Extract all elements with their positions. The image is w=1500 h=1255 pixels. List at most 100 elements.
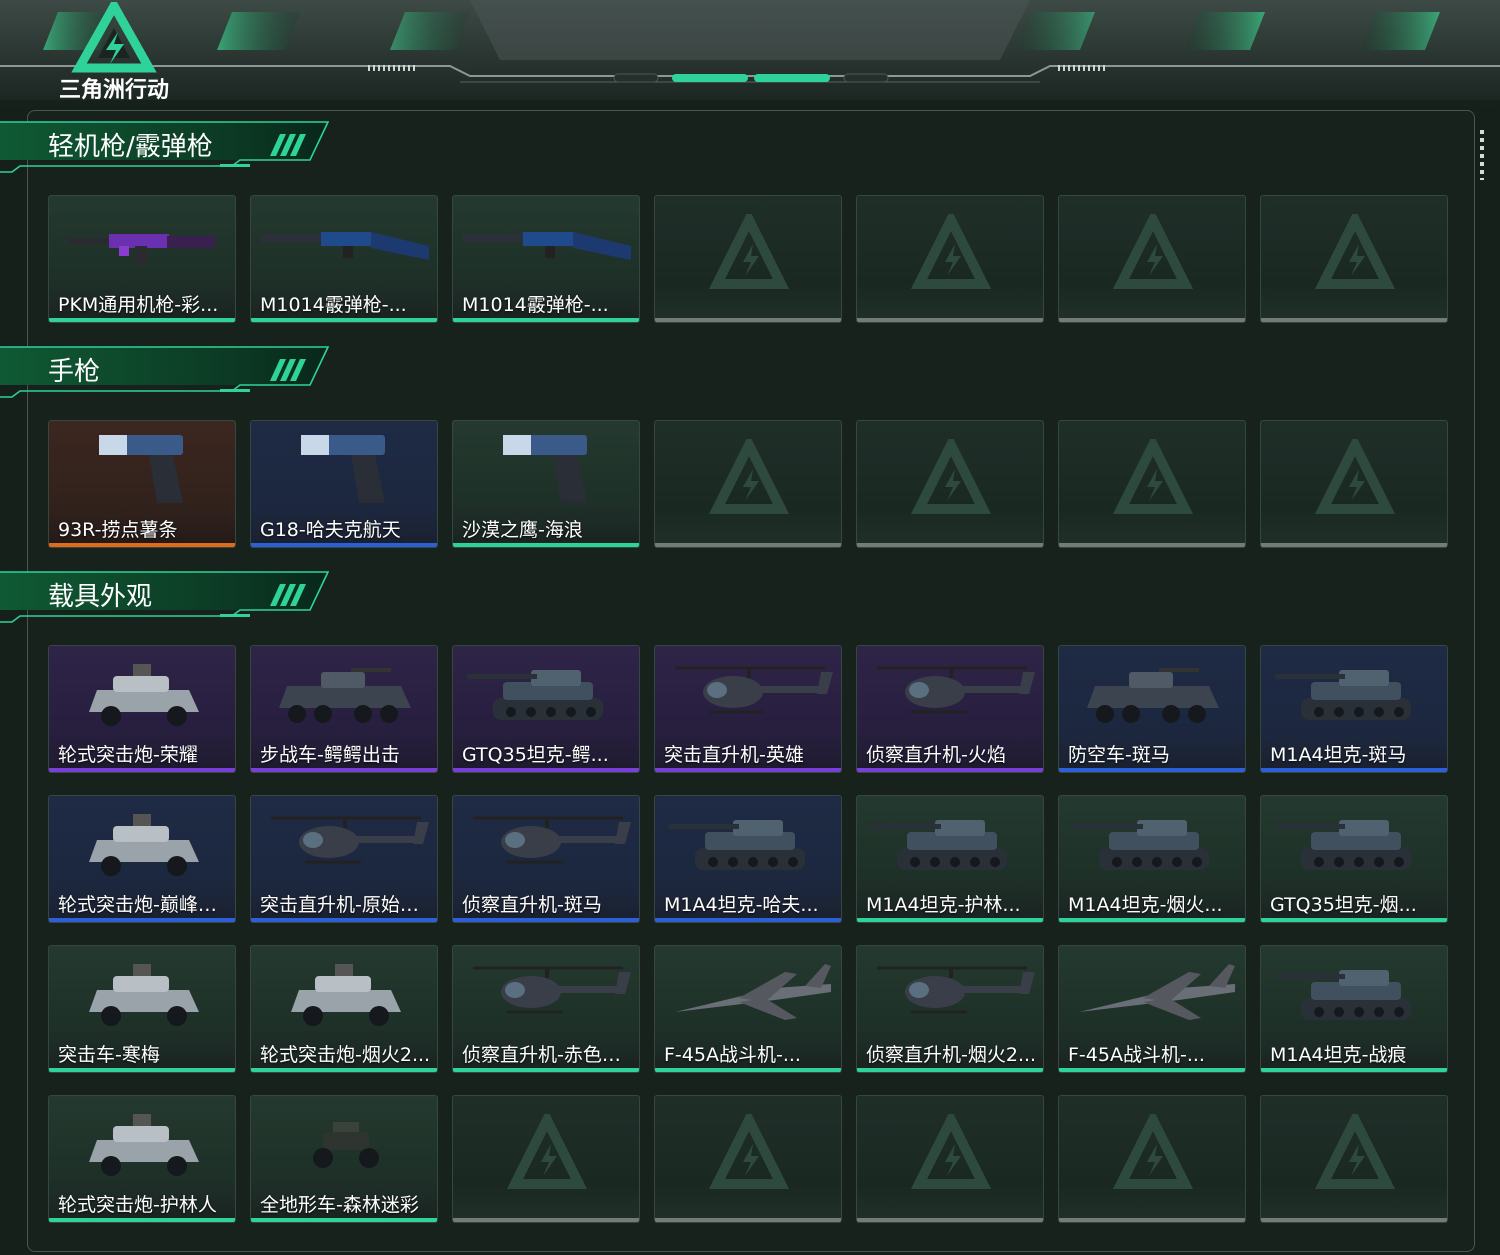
item-card[interactable]: 轮式突击炮-巅峰竞... — [48, 795, 236, 923]
item-name: 93R-捞点薯条 — [58, 519, 178, 541]
rarity-bar — [1261, 1068, 1447, 1072]
rarity-bar — [453, 318, 639, 322]
item-name: G18-哈夫克航天 — [260, 519, 401, 541]
empty-slot-card[interactable] — [452, 1095, 640, 1223]
rarity-bar — [857, 918, 1043, 922]
item-card[interactable]: 侦察直升机-火焰 — [856, 645, 1044, 773]
item-card[interactable]: 全地形车-森林迷彩 — [250, 1095, 438, 1223]
item-name: 防空车-斑马 — [1068, 744, 1170, 766]
item-name: 轮式突击炮-护林人 — [58, 1194, 217, 1216]
item-card[interactable]: G18-哈夫克航天 — [250, 420, 438, 548]
item-card[interactable]: 轮式突击炮-护林人 — [48, 1095, 236, 1223]
empty-slot-bar — [1261, 1218, 1447, 1222]
item-card[interactable]: 防空车-斑马 — [1058, 645, 1246, 773]
rarity-bar — [251, 918, 437, 922]
empty-slot-card[interactable] — [1260, 1095, 1448, 1223]
item-card[interactable]: M1A4坦克-战痕 — [1260, 945, 1448, 1073]
item-card[interactable]: M1014霰弹枪-... — [250, 195, 438, 323]
item-card[interactable]: M1A4坦克-烟火... — [1058, 795, 1246, 923]
logo-text: 三角洲行动 — [58, 78, 169, 103]
empty-slot-bar — [1261, 318, 1447, 322]
item-name: M1A4坦克-战痕 — [1270, 1044, 1407, 1066]
item-card[interactable]: 步战车-鳄鳄出击 — [250, 645, 438, 773]
item-card[interactable]: 侦察直升机-斑马 — [452, 795, 640, 923]
empty-slot-card[interactable] — [654, 1095, 842, 1223]
delta-watermark-icon — [709, 439, 789, 514]
delta-watermark-icon — [1315, 214, 1395, 289]
item-card[interactable]: M1014霰弹枪-... — [452, 195, 640, 323]
item-card[interactable]: M1A4坦克-哈夫... — [654, 795, 842, 923]
empty-slot-card[interactable] — [856, 1095, 1044, 1223]
empty-slot-card[interactable] — [654, 195, 842, 323]
item-card[interactable]: PKM通用机枪-彩... — [48, 195, 236, 323]
item-name: M1A4坦克-斑马 — [1270, 744, 1407, 766]
section-header: 轻机枪/霰弹枪 — [0, 120, 340, 176]
game-logo: 三角洲行动 — [44, 0, 184, 103]
rarity-bar — [49, 768, 235, 772]
scroll-indicator[interactable] — [1480, 130, 1484, 180]
empty-slot-bar — [655, 318, 841, 322]
empty-slot-card[interactable] — [856, 420, 1044, 548]
item-name: M1A4坦克-护林... — [866, 894, 1021, 916]
section-title: 轻机枪/霰弹枪 — [48, 132, 213, 162]
item-name: M1A4坦克-哈夫... — [664, 894, 819, 916]
item-name: GTQ35坦克-烟... — [1270, 894, 1417, 916]
collection-screen: 三角洲行动 轻机枪/霰弹枪 PKM通用机枪-彩... M1014霰弹枪-... M10… — [0, 0, 1500, 1255]
rarity-bar — [49, 918, 235, 922]
delta-watermark-icon — [507, 1114, 587, 1189]
section-title: 载具外观 — [48, 582, 153, 612]
delta-watermark-icon — [1113, 214, 1193, 289]
item-name: GTQ35坦克-鳄... — [462, 744, 609, 766]
item-name: M1A4坦克-烟火... — [1068, 894, 1223, 916]
item-card[interactable]: M1A4坦克-护林... — [856, 795, 1044, 923]
item-card[interactable]: 沙漠之鹰-海浪 — [452, 420, 640, 548]
item-card[interactable]: 轮式突击炮-荣耀 — [48, 645, 236, 773]
rarity-bar — [453, 768, 639, 772]
empty-slot-bar — [655, 1218, 841, 1222]
item-card[interactable]: 侦察直升机-赤色军... — [452, 945, 640, 1073]
empty-slot-card[interactable] — [1260, 195, 1448, 323]
empty-slot-bar — [1059, 543, 1245, 547]
rarity-bar — [857, 768, 1043, 772]
item-card[interactable]: F-45A战斗机-... — [1058, 945, 1246, 1073]
item-card[interactable]: 93R-捞点薯条 — [48, 420, 236, 548]
item-name: 全地形车-森林迷彩 — [260, 1194, 419, 1216]
empty-slot-card[interactable] — [654, 420, 842, 548]
item-card[interactable]: M1A4坦克-斑马 — [1260, 645, 1448, 773]
empty-slot-card[interactable] — [856, 195, 1044, 323]
item-name: 突击直升机-英雄 — [664, 744, 804, 766]
rarity-bar — [453, 543, 639, 547]
item-card[interactable]: GTQ35坦克-烟... — [1260, 795, 1448, 923]
item-card[interactable]: 突击直升机-英雄 — [654, 645, 842, 773]
empty-slot-card[interactable] — [1058, 195, 1246, 323]
rarity-bar — [251, 543, 437, 547]
item-name: 侦察直升机-斑马 — [462, 894, 602, 916]
item-card[interactable]: 突击直升机-原始伪... — [250, 795, 438, 923]
header-decoration — [0, 0, 1500, 100]
empty-slot-card[interactable] — [1058, 1095, 1246, 1223]
empty-slot-bar — [857, 318, 1043, 322]
item-name: 侦察直升机-赤色军... — [462, 1044, 634, 1066]
rarity-bar — [1261, 918, 1447, 922]
item-name: 轮式突击炮-荣耀 — [58, 744, 198, 766]
empty-slot-bar — [453, 1218, 639, 1222]
item-card[interactable]: GTQ35坦克-鳄... — [452, 645, 640, 773]
delta-watermark-icon — [911, 214, 991, 289]
rarity-bar — [655, 918, 841, 922]
item-name: 突击车-寒梅 — [58, 1044, 160, 1066]
empty-slot-card[interactable] — [1058, 420, 1246, 548]
item-card[interactable]: F-45A战斗机-... — [654, 945, 842, 1073]
empty-slot-bar — [857, 1218, 1043, 1222]
item-name: 轮式突击炮-巅峰竞... — [58, 894, 230, 916]
delta-watermark-icon — [911, 1114, 991, 1189]
item-card[interactable]: 突击车-寒梅 — [48, 945, 236, 1073]
rarity-bar — [1059, 768, 1245, 772]
rarity-bar — [49, 1068, 235, 1072]
item-name: 步战车-鳄鳄出击 — [260, 744, 400, 766]
rarity-bar — [1261, 768, 1447, 772]
item-card[interactable]: 轮式突击炮-烟火2... — [250, 945, 438, 1073]
item-name: M1014霰弹枪-... — [260, 294, 407, 316]
empty-slot-card[interactable] — [1260, 420, 1448, 548]
item-card[interactable]: 侦察直升机-烟火2... — [856, 945, 1044, 1073]
item-name: 侦察直升机-火焰 — [866, 744, 1006, 766]
